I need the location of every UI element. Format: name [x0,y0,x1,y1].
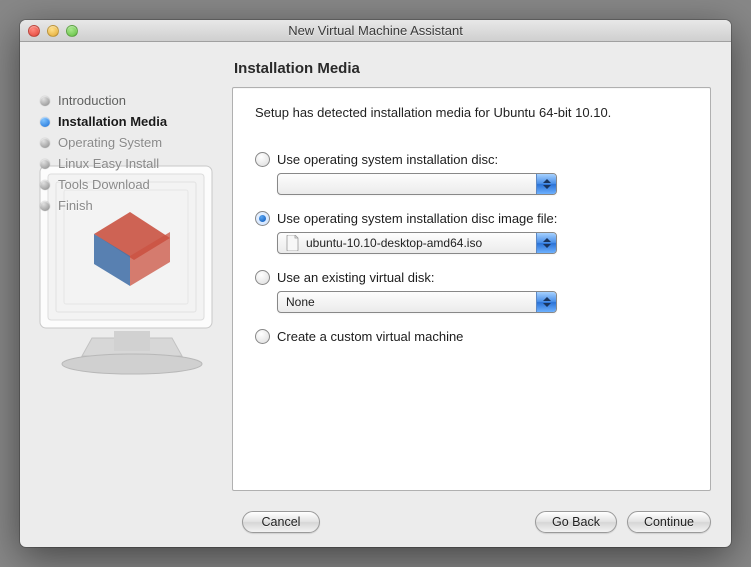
go-back-button[interactable]: Go Back [535,511,617,533]
step-label: Operating System [58,135,162,150]
image-file-select[interactable]: ubuntu-10.10-desktop-amd64.iso [277,232,557,254]
continue-button[interactable]: Continue [627,511,711,533]
traffic-lights [28,25,78,37]
disc-select[interactable] [277,173,557,195]
step-label: Finish [58,198,93,213]
option-use-image-row[interactable]: Use operating system installation disc i… [255,211,688,226]
select-stepper-icon [536,233,556,253]
sidebar: Introduction Installation Media Operatin… [34,60,222,491]
custom-vm-label: Create a custom virtual machine [277,329,463,344]
iso-file-icon [286,235,300,251]
cancel-button[interactable]: Cancel [242,511,320,533]
step-installation-media: Installation Media [40,111,218,132]
footer: Cancel Go Back Continue [20,503,731,547]
step-bullet-icon [40,159,50,169]
existing-disk-select[interactable]: None [277,291,557,313]
option-use-disc: Use operating system installation disc: [255,152,688,195]
step-label: Installation Media [58,114,167,129]
use-existing-radio[interactable] [255,270,270,285]
titlebar[interactable]: New Virtual Machine Assistant [20,20,731,42]
close-window-button[interactable] [28,25,40,37]
step-tools-download: Tools Download [40,174,218,195]
assistant-window: New Virtual Machine Assistant Introducti… [20,20,731,547]
assistant-body: Introduction Installation Media Operatin… [20,42,731,503]
option-custom: Create a custom virtual machine [255,329,688,344]
use-existing-label: Use an existing virtual disk: [277,270,435,285]
main-panel: Installation Media Setup has detected in… [232,60,711,491]
use-disc-radio[interactable] [255,152,270,167]
option-use-existing-row[interactable]: Use an existing virtual disk: [255,270,688,285]
step-introduction: Introduction [40,90,218,111]
step-bullet-icon [40,201,50,211]
step-bullet-icon [40,96,50,106]
use-disc-label: Use operating system installation disc: [277,152,498,167]
page-heading: Installation Media [232,60,711,77]
step-label: Linux Easy Install [58,156,159,171]
step-label: Introduction [58,93,126,108]
existing-disk-value: None [286,295,556,309]
step-linux-easy-install: Linux Easy Install [40,153,218,174]
use-image-radio[interactable] [255,211,270,226]
step-bullet-icon [40,180,50,190]
step-finish: Finish [40,195,218,216]
image-file-value: ubuntu-10.10-desktop-amd64.iso [306,236,556,250]
zoom-window-button[interactable] [66,25,78,37]
select-stepper-icon [536,174,556,194]
custom-vm-radio[interactable] [255,329,270,344]
option-use-image: Use operating system installation disc i… [255,211,688,254]
option-use-existing: Use an existing virtual disk: None [255,270,688,313]
option-custom-row[interactable]: Create a custom virtual machine [255,329,688,344]
use-image-label: Use operating system installation disc i… [277,211,557,226]
step-operating-system: Operating System [40,132,218,153]
option-use-disc-row[interactable]: Use operating system installation disc: [255,152,688,167]
detected-media-text: Setup has detected installation media fo… [255,104,688,122]
step-label: Tools Download [58,177,150,192]
step-bullet-icon [40,138,50,148]
content-box: Setup has detected installation media fo… [232,87,711,491]
select-stepper-icon [536,292,556,312]
window-title: New Virtual Machine Assistant [288,23,463,38]
minimize-window-button[interactable] [47,25,59,37]
step-bullet-icon [40,117,50,127]
step-list: Introduction Installation Media Operatin… [40,90,218,216]
